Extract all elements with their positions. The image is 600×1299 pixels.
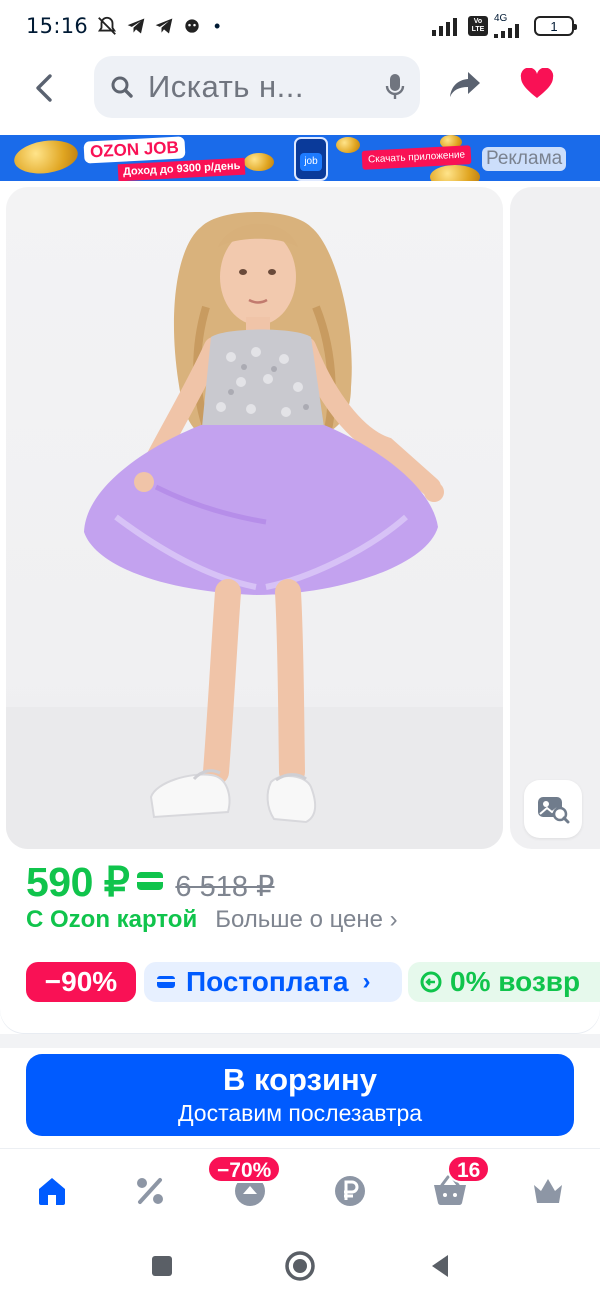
favorite-button[interactable]: [520, 67, 560, 108]
back-system-button[interactable]: [424, 1250, 456, 1282]
product-photo[interactable]: [6, 187, 503, 849]
image-search-icon: [538, 797, 570, 824]
home-system-button[interactable]: [284, 1250, 316, 1282]
battery-icon: 1: [534, 16, 577, 36]
game-controller-icon: [182, 16, 202, 36]
percent-icon: [137, 1178, 163, 1204]
telegram-icon-2: [154, 16, 174, 36]
circle-icon: [285, 1251, 315, 1281]
product-gallery[interactable]: [0, 187, 600, 849]
delivery-note: Доставим послезавтра: [177, 1100, 423, 1126]
ad-subtitle: Доход до 9300 р/день: [117, 157, 246, 181]
network-type-label: 4G: [494, 13, 508, 24]
share-button[interactable]: [448, 70, 488, 106]
heart-icon: [520, 67, 554, 98]
ozon-card-icon: [137, 872, 164, 890]
signal-icon: [432, 16, 462, 36]
ad-banner[interactable]: OZON JOB Доход до 9300 р/день job Скачат…: [0, 135, 600, 181]
promo-badge: −70%: [207, 1155, 282, 1183]
search-input[interactable]: Искать н...: [94, 56, 420, 118]
postpay-label: Постоплата: [186, 966, 349, 997]
coin-decoration: [12, 136, 80, 178]
back-button[interactable]: [26, 70, 62, 106]
section-divider: [0, 1034, 600, 1048]
recent-apps-button[interactable]: [146, 1250, 178, 1282]
postpay-card-icon: [157, 976, 175, 988]
coin-decoration: [244, 153, 274, 171]
add-to-cart-label: В корзину: [222, 1062, 377, 1097]
old-price: 6 518 ₽: [175, 871, 275, 903]
volte-icon: Vo LTE: [468, 16, 488, 36]
tab-finance[interactable]: [328, 1169, 372, 1213]
return-icon: [420, 971, 442, 993]
girl-in-dress-image: [6, 212, 503, 849]
price-row: 590 ₽ 6 518 ₽: [26, 858, 274, 906]
bottom-tab-bar: −70% 16: [0, 1148, 600, 1230]
coin-decoration: [430, 165, 480, 181]
home-icon: [39, 1178, 65, 1205]
more-about-price-link[interactable]: Больше о цене ›: [215, 906, 397, 934]
crown-icon: [534, 1179, 562, 1203]
discount-badge: −90%: [26, 962, 136, 1002]
back-arrow-icon: [36, 74, 52, 102]
status-time: 15:16: [26, 14, 89, 38]
ad-brand-logo: OZON JOB: [83, 136, 186, 164]
current-price: 590 ₽: [26, 859, 130, 905]
return-chip[interactable]: 0% возвр: [408, 962, 600, 1002]
system-navigation-bar: [0, 1230, 600, 1299]
square-icon: [152, 1256, 172, 1276]
phone-icon: job: [294, 137, 328, 181]
ad-app-badge: job: [300, 153, 322, 171]
status-bar: 15:16 • Vo LTE 4G 1: [0, 0, 600, 52]
volte-label: Vo LTE: [471, 18, 485, 33]
battery-level: 1: [550, 18, 558, 34]
promo-chips: −90% Постоплата › 0% возвр: [0, 948, 600, 1034]
visual-search-button[interactable]: [524, 780, 582, 838]
microphone-icon[interactable]: [384, 72, 406, 102]
tab-home[interactable]: [30, 1169, 74, 1213]
search-icon: [111, 76, 133, 98]
price-block: 590 ₽ 6 518 ₽ С Ozon картой Больше о цен…: [0, 852, 600, 942]
triangle-back-icon: [432, 1255, 448, 1277]
postpay-chip[interactable]: Постоплата ›: [144, 962, 402, 1002]
coin-decoration: [336, 137, 360, 153]
top-app-bar: Искать н...: [0, 52, 600, 132]
ruble-icon: [335, 1176, 365, 1206]
mobile-data-icon: 4G: [494, 14, 524, 38]
bell-off-icon: [96, 15, 118, 37]
more-notifications-dot: •: [214, 15, 221, 36]
add-to-cart-button[interactable]: В корзину Доставим послезавтра: [26, 1054, 574, 1136]
telegram-icon: [126, 16, 146, 36]
ad-label: Реклама: [482, 147, 567, 171]
ozon-card-note: С Ozon картой: [26, 906, 198, 933]
chevron-right-icon: ›: [362, 968, 371, 995]
cart-count-badge: 16: [447, 1155, 491, 1183]
next-photo-preview[interactable]: [510, 187, 600, 849]
return-label: 0% возвр: [450, 966, 581, 997]
share-icon: [450, 72, 480, 97]
tab-profile[interactable]: [526, 1169, 570, 1213]
price-subline: С Ozon картой Больше о цене ›: [26, 906, 398, 934]
search-placeholder: Искать н...: [148, 69, 305, 104]
tab-discounts[interactable]: [128, 1169, 172, 1213]
